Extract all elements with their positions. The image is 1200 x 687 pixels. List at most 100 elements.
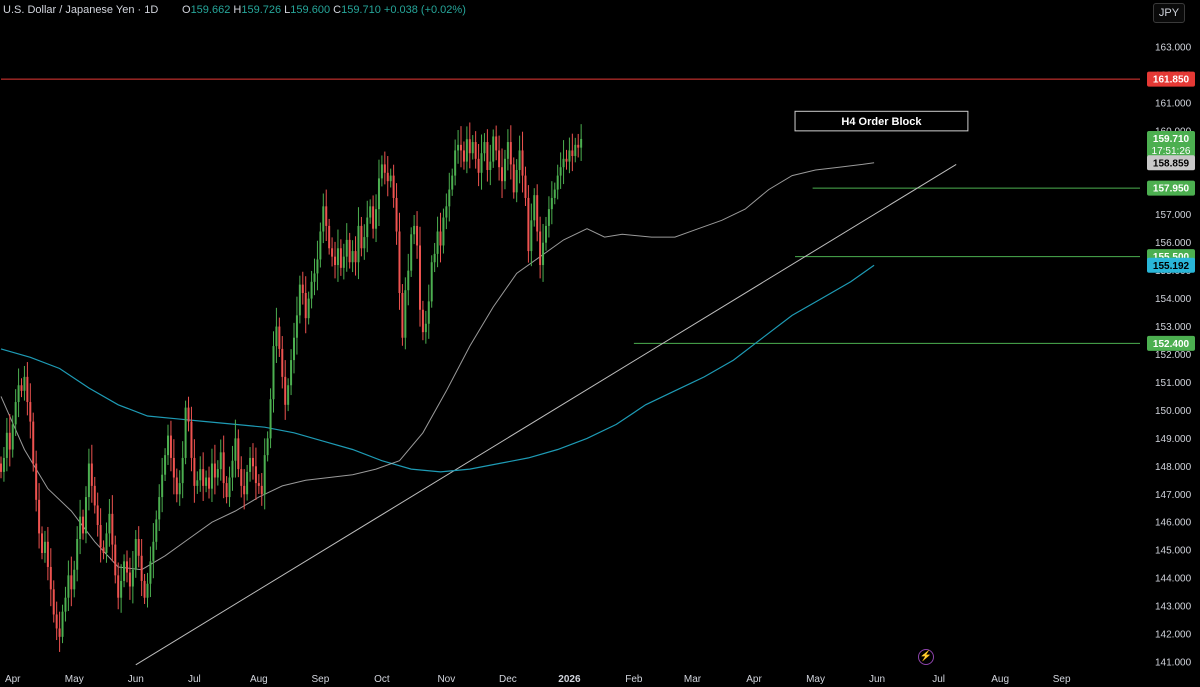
- price-tick-label: 147.000: [1155, 490, 1192, 501]
- price-tick-label: 151.000: [1155, 378, 1192, 389]
- resistance-price-label: 161.850: [1153, 75, 1190, 86]
- time-tick-label: Aug: [250, 674, 268, 685]
- time-axis: Apr May Jun Jul Aug Sep Oct Nov Dec 2026 Feb Mar Apr…: [5, 674, 1071, 685]
- candle-body: [172, 457, 175, 478]
- candle-body: [468, 139, 471, 154]
- candle-body: [351, 251, 354, 263]
- candle-body: [533, 195, 536, 221]
- candle-body: [58, 628, 61, 637]
- candle-body: [448, 189, 451, 207]
- candle-body: [281, 348, 284, 377]
- candle-body: [342, 256, 345, 268]
- candle-body: [536, 195, 539, 232]
- candle-body: [395, 197, 398, 232]
- price-tick-label: 157.000: [1155, 210, 1192, 221]
- candle-body: [503, 158, 506, 182]
- candle-body: [87, 463, 90, 498]
- time-tick-label: Aug: [991, 674, 1009, 685]
- price-chart[interactable]: H4 Order Block 163.000162.000161.000160.…: [0, 0, 1200, 687]
- candle-body: [175, 477, 178, 495]
- candle-body: [70, 575, 73, 590]
- candle-body: [134, 539, 137, 570]
- ma-slow-line: [0, 264, 875, 473]
- last-price-label: 159.710: [1153, 134, 1190, 145]
- candle-body: [202, 469, 205, 486]
- candle-body: [249, 457, 252, 472]
- time-tick-label: May: [806, 674, 825, 685]
- time-tick-label: Oct: [374, 674, 390, 685]
- candle-body: [278, 326, 281, 349]
- candle-body: [260, 485, 263, 495]
- candle-body: [577, 144, 580, 148]
- price-tick-label: 149.000: [1155, 434, 1192, 445]
- candle-body: [120, 580, 123, 598]
- candle-body: [495, 136, 498, 151]
- candle-body: [442, 217, 445, 246]
- candle-body: [38, 499, 41, 534]
- level-152400-price-label: 152.400: [1153, 339, 1190, 350]
- candle-body: [439, 231, 442, 246]
- candle-body: [196, 480, 199, 486]
- price-tick-label: 148.000: [1155, 462, 1192, 473]
- candle-body: [205, 477, 208, 486]
- candle-body: [524, 175, 527, 198]
- candle-body: [208, 477, 211, 489]
- candle-body: [430, 262, 433, 302]
- candle-body: [169, 435, 172, 458]
- candle-body: [64, 597, 67, 612]
- lightning-icon[interactable]: ⚡: [918, 649, 934, 665]
- candle-body: [43, 541, 46, 553]
- candle-body: [310, 281, 313, 299]
- candle-body: [11, 424, 14, 450]
- candle-body: [410, 234, 413, 271]
- candle-body: [339, 248, 342, 268]
- candle-body: [152, 541, 155, 562]
- candle-body: [52, 589, 55, 615]
- candle-body: [542, 242, 545, 266]
- candle-body: [93, 485, 96, 506]
- candle-body: [114, 544, 117, 576]
- candle-body: [146, 583, 149, 598]
- candle-body: [460, 144, 463, 151]
- candle-body: [354, 251, 357, 263]
- candle-body: [571, 150, 574, 157]
- price-tick-label: 146.000: [1155, 518, 1192, 529]
- candle-body: [580, 138, 583, 148]
- candle-body: [128, 572, 131, 587]
- candle-body: [14, 402, 17, 425]
- price-tick-label: 154.000: [1155, 294, 1192, 305]
- candle-body: [360, 225, 363, 249]
- candle-body: [35, 463, 38, 500]
- candle-body: [565, 158, 568, 162]
- price-tick-label: 161.000: [1155, 98, 1192, 109]
- price-tick-label: 156.000: [1155, 238, 1192, 249]
- candle-body: [377, 178, 380, 210]
- candle-body: [5, 432, 8, 458]
- candle-body: [32, 421, 35, 464]
- candle-body: [41, 533, 44, 553]
- candle-body: [96, 505, 99, 526]
- candle-body: [418, 245, 421, 310]
- candle-body: [427, 301, 430, 324]
- candle-body: [79, 516, 82, 539]
- candle-body: [489, 161, 492, 170]
- time-tick-label: Nov: [437, 674, 455, 685]
- time-tick-label: Dec: [499, 674, 517, 685]
- order-block-label: H4 Order Block: [841, 116, 922, 128]
- candle-body: [246, 471, 249, 495]
- candle-body: [451, 175, 454, 190]
- candle-body: [155, 519, 158, 542]
- candle-body: [178, 483, 181, 495]
- candle-body: [348, 239, 351, 263]
- candle-body: [131, 569, 134, 587]
- candle-body: [290, 360, 293, 386]
- candle-body: [416, 225, 419, 246]
- candle-body: [73, 569, 76, 590]
- candle-body: [0, 463, 2, 472]
- candle-body: [357, 225, 360, 263]
- time-tick-label: Sep: [311, 674, 329, 685]
- candle-body: [82, 516, 85, 534]
- candle-body: [319, 231, 322, 260]
- candle-body: [498, 150, 501, 168]
- candle-body: [158, 497, 161, 520]
